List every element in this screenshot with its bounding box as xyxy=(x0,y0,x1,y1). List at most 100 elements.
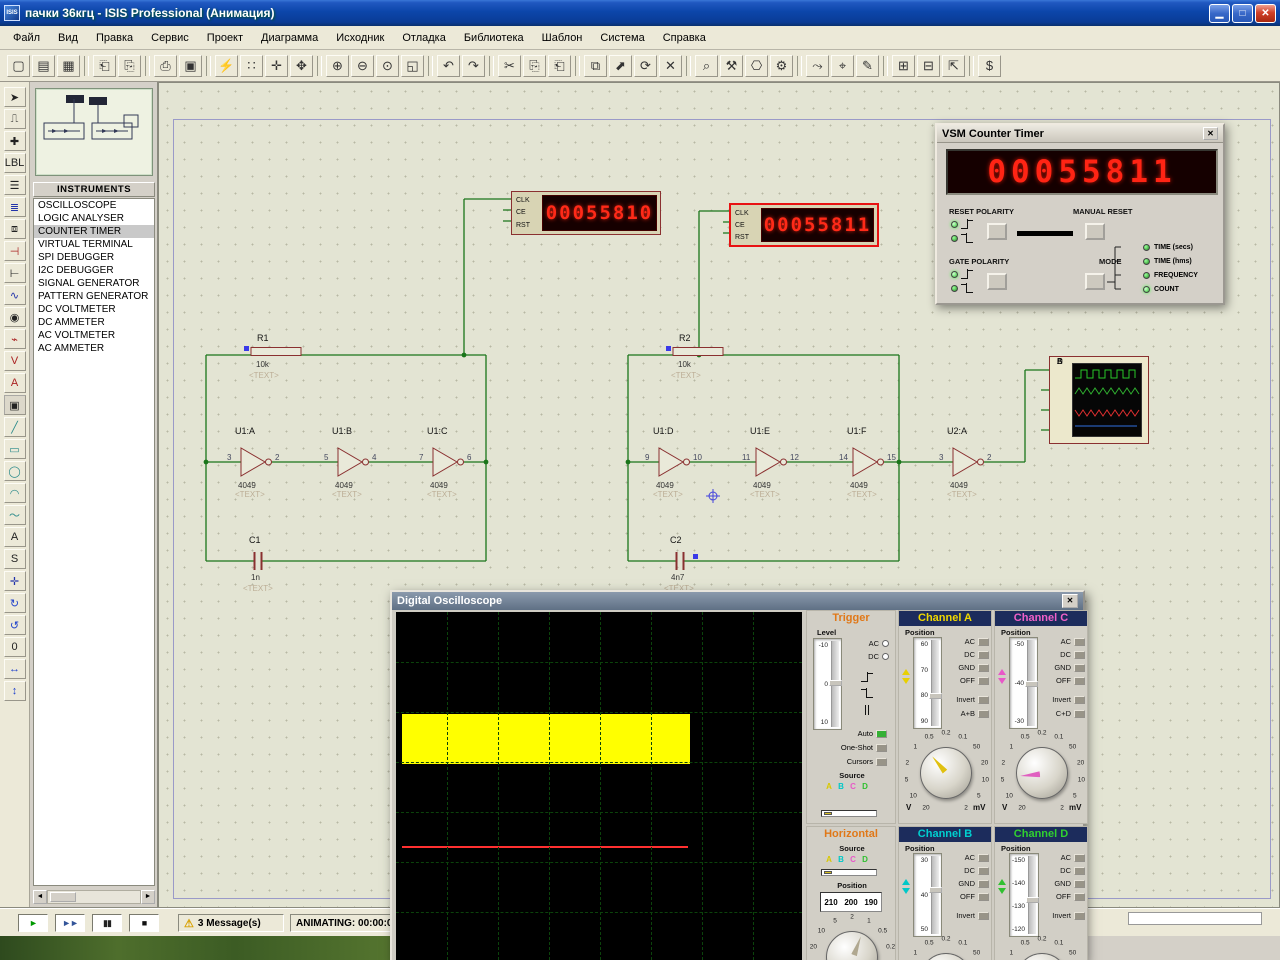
invert-button[interactable] xyxy=(1074,912,1085,920)
instrument-item-dc-ammeter[interactable]: DC AMMETER xyxy=(34,316,154,329)
mirror-x[interactable]: ↔ xyxy=(4,659,26,679)
coupling-button[interactable] xyxy=(978,880,989,888)
component-counter-2[interactable]: CLKCERST 00055811 xyxy=(729,203,879,247)
bus-mode[interactable]: ≣ xyxy=(4,197,26,217)
sep10[interactable] xyxy=(883,56,888,76)
channel-c-sum[interactable]: C+D xyxy=(1041,709,1085,718)
slider-track[interactable] xyxy=(1028,856,1036,934)
voltage-probe-mode[interactable]: V xyxy=(4,351,26,371)
coupling-capacitor-icon[interactable] xyxy=(861,705,873,715)
menu-item--[interactable]: Исходник xyxy=(327,29,393,47)
channel-a-position-slider[interactable]: 60708090 xyxy=(913,637,942,729)
search-tag[interactable]: ⌖ xyxy=(831,55,854,77)
sep7[interactable] xyxy=(575,56,580,76)
horiz-source-a[interactable]: A xyxy=(823,855,835,864)
chb-coup-off[interactable]: OFF xyxy=(945,892,989,901)
remove-sheet[interactable]: ⊟ xyxy=(917,55,940,77)
stop-button[interactable]: ■ xyxy=(129,914,159,932)
position-arrows[interactable] xyxy=(902,669,910,684)
2d-text[interactable]: A xyxy=(4,527,26,547)
2d-box[interactable]: ▭ xyxy=(4,439,26,459)
position-arrows[interactable] xyxy=(998,669,1006,684)
trigger-source-c[interactable]: C xyxy=(847,782,859,791)
sep2[interactable] xyxy=(145,56,150,76)
slider-handle[interactable] xyxy=(824,812,832,815)
knob[interactable] xyxy=(1016,747,1068,799)
tape-recorder-mode[interactable]: ◉ xyxy=(4,307,26,327)
instrument-item-spi-debugger[interactable]: SPI DEBUGGER xyxy=(34,251,154,264)
copy[interactable]: ⎘ xyxy=(523,55,546,77)
cut[interactable]: ✂ xyxy=(498,55,521,77)
cha-coup-dc[interactable]: DC xyxy=(945,650,989,659)
block-copy[interactable]: ⧉ xyxy=(584,55,607,77)
minimize-button[interactable]: ▁ xyxy=(1209,4,1230,23)
sep5[interactable] xyxy=(428,56,433,76)
trigger-source-b[interactable]: B xyxy=(835,782,847,791)
scrollbar-track[interactable] xyxy=(47,890,141,904)
instrument-item-ac-ammeter[interactable]: AC AMMETER xyxy=(34,342,154,355)
gate-polarity-low[interactable] xyxy=(951,284,973,293)
cha-coup-off[interactable]: OFF xyxy=(945,676,989,685)
save-design[interactable]: ▦ xyxy=(57,55,80,77)
knob[interactable] xyxy=(826,931,878,960)
menu-item--[interactable]: Библиотека xyxy=(455,29,533,47)
coupling-button[interactable] xyxy=(978,651,989,659)
coupling-button[interactable] xyxy=(978,638,989,646)
script[interactable]: $ xyxy=(978,55,1001,77)
radio-dot[interactable] xyxy=(882,640,889,647)
menu-item--[interactable]: Справка xyxy=(654,29,715,47)
channel-d-gain-knob[interactable]: 20105210.50.20.150201052 xyxy=(995,939,1088,960)
sum-button[interactable] xyxy=(1074,710,1085,718)
device-pin-mode[interactable]: ⊢ xyxy=(4,263,26,283)
step-button[interactable]: ►► xyxy=(55,914,85,932)
open-design[interactable]: ▤ xyxy=(32,55,55,77)
slider-handle[interactable] xyxy=(829,680,842,686)
chc-coup-dc[interactable]: DC xyxy=(1041,650,1085,659)
horizontal-timebase-knob[interactable]: 2001005020105210.50.20.15020 xyxy=(806,917,896,960)
horiz-source-c[interactable]: C xyxy=(847,855,859,864)
menu-item--[interactable]: Сервис xyxy=(142,29,198,47)
chb-coup-ac[interactable]: AC xyxy=(945,853,989,862)
export-section[interactable]: ⎘ xyxy=(118,55,141,77)
instrument-item-ac-voltmeter[interactable]: AC VOLTMETER xyxy=(34,329,154,342)
packaging-tool[interactable]: ⎔ xyxy=(745,55,768,77)
subcircuit-mode[interactable]: ⧈ xyxy=(4,219,26,239)
maximize-button[interactable]: □ xyxy=(1232,4,1253,23)
sep1[interactable] xyxy=(84,56,89,76)
titlebar[interactable]: ISIS пачки 36кгц - ISIS Professional (Ан… xyxy=(0,0,1280,26)
chb-coup-dc[interactable]: DC xyxy=(945,866,989,875)
trigger-level-slider[interactable]: -10010 xyxy=(813,638,842,730)
sep8[interactable] xyxy=(686,56,691,76)
coupling-button[interactable] xyxy=(978,854,989,862)
trigger-mode-button[interactable] xyxy=(876,758,887,766)
manual-reset-button[interactable] xyxy=(1085,223,1105,240)
coupling-button[interactable] xyxy=(978,677,989,685)
message-panel[interactable]: ⚠ 3 Message(s) xyxy=(178,914,284,932)
mirror-y[interactable]: ↕ xyxy=(4,681,26,701)
cha-coup-gnd[interactable]: GND xyxy=(945,663,989,672)
falling-edge-icon[interactable] xyxy=(861,689,873,698)
chc-coup-gnd[interactable]: GND xyxy=(1041,663,1085,672)
slider-track[interactable] xyxy=(931,640,939,726)
horiz-source-b[interactable]: B xyxy=(835,855,847,864)
coupling-button[interactable] xyxy=(978,893,989,901)
horizontal-source-slider[interactable] xyxy=(821,869,877,876)
paste[interactable]: ⎗ xyxy=(548,55,571,77)
trigger-source-d[interactable]: D xyxy=(859,782,871,791)
pick-parts[interactable]: ⌕ xyxy=(695,55,718,77)
instrument-item-signal-generator[interactable]: SIGNAL GENERATOR xyxy=(34,277,154,290)
component-U1-F[interactable]: U1:F14154049<TEXT> xyxy=(837,426,901,504)
zoom-all[interactable]: ⊙ xyxy=(376,55,399,77)
instrument-item-i2c-debugger[interactable]: I2C DEBUGGER xyxy=(34,264,154,277)
gate-polarity-button[interactable] xyxy=(987,273,1007,290)
cha-coup-ac[interactable]: AC xyxy=(945,637,989,646)
instrument-item-logic-analyser[interactable]: LOGIC ANALYSER xyxy=(34,212,154,225)
menu-item--[interactable]: Диаграмма xyxy=(252,29,327,47)
decompose[interactable]: ⚙ xyxy=(770,55,793,77)
rotation-angle[interactable]: 0 xyxy=(4,637,26,657)
coupling-button[interactable] xyxy=(978,867,989,875)
property-assignment[interactable]: ✎ xyxy=(856,55,879,77)
invert-button[interactable] xyxy=(1074,696,1085,704)
block-rotate[interactable]: ⟳ xyxy=(634,55,657,77)
channel-c-position-slider[interactable]: -50-40-30 xyxy=(1009,637,1038,729)
